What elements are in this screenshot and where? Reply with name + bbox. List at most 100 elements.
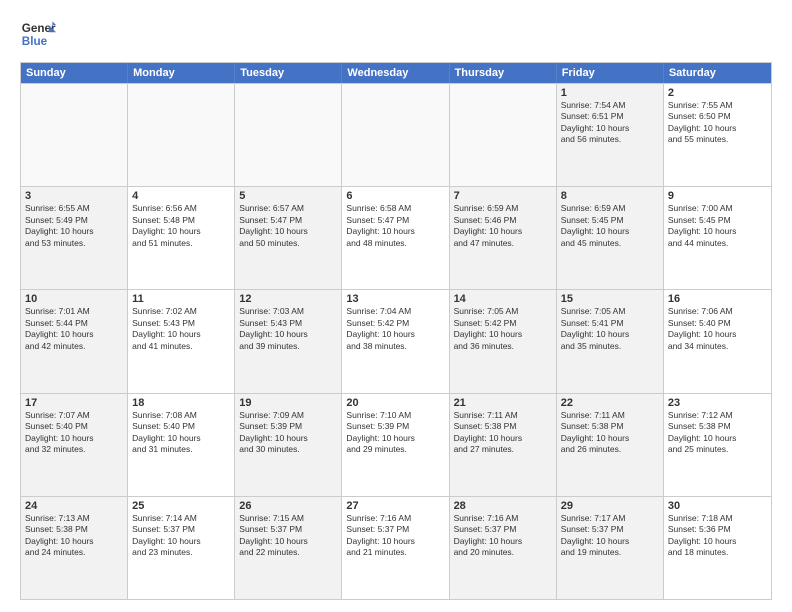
page: General Blue SundayMondayTuesdayWednesda… <box>0 0 792 612</box>
day-number: 27 <box>346 500 444 512</box>
calendar-row: 10Sunrise: 7:01 AM Sunset: 5:44 PM Dayli… <box>21 289 771 392</box>
calendar-cell <box>21 84 128 186</box>
calendar-cell: 10Sunrise: 7:01 AM Sunset: 5:44 PM Dayli… <box>21 290 128 392</box>
calendar-cell: 26Sunrise: 7:15 AM Sunset: 5:37 PM Dayli… <box>235 497 342 599</box>
calendar-cell: 15Sunrise: 7:05 AM Sunset: 5:41 PM Dayli… <box>557 290 664 392</box>
calendar-cell: 13Sunrise: 7:04 AM Sunset: 5:42 PM Dayli… <box>342 290 449 392</box>
calendar-cell: 11Sunrise: 7:02 AM Sunset: 5:43 PM Dayli… <box>128 290 235 392</box>
day-number: 21 <box>454 397 552 409</box>
day-info: Sunrise: 7:08 AM Sunset: 5:40 PM Dayligh… <box>132 410 230 456</box>
day-info: Sunrise: 7:11 AM Sunset: 5:38 PM Dayligh… <box>561 410 659 456</box>
calendar-cell: 3Sunrise: 6:55 AM Sunset: 5:49 PM Daylig… <box>21 187 128 289</box>
day-number: 10 <box>25 293 123 305</box>
day-number: 9 <box>668 190 767 202</box>
weekday-header: Friday <box>557 63 664 83</box>
logo-icon: General Blue <box>20 16 56 52</box>
day-number: 28 <box>454 500 552 512</box>
day-info: Sunrise: 6:58 AM Sunset: 5:47 PM Dayligh… <box>346 203 444 249</box>
day-number: 11 <box>132 293 230 305</box>
calendar-cell: 19Sunrise: 7:09 AM Sunset: 5:39 PM Dayli… <box>235 394 342 496</box>
calendar-cell: 6Sunrise: 6:58 AM Sunset: 5:47 PM Daylig… <box>342 187 449 289</box>
day-info: Sunrise: 7:10 AM Sunset: 5:39 PM Dayligh… <box>346 410 444 456</box>
calendar-cell: 8Sunrise: 6:59 AM Sunset: 5:45 PM Daylig… <box>557 187 664 289</box>
day-number: 23 <box>668 397 767 409</box>
day-number: 6 <box>346 190 444 202</box>
day-info: Sunrise: 7:17 AM Sunset: 5:37 PM Dayligh… <box>561 513 659 559</box>
day-info: Sunrise: 6:59 AM Sunset: 5:46 PM Dayligh… <box>454 203 552 249</box>
weekday-header: Sunday <box>21 63 128 83</box>
day-info: Sunrise: 7:01 AM Sunset: 5:44 PM Dayligh… <box>25 306 123 352</box>
calendar-cell <box>450 84 557 186</box>
calendar-cell: 7Sunrise: 6:59 AM Sunset: 5:46 PM Daylig… <box>450 187 557 289</box>
calendar-row: 3Sunrise: 6:55 AM Sunset: 5:49 PM Daylig… <box>21 186 771 289</box>
day-number: 2 <box>668 87 767 99</box>
day-info: Sunrise: 7:13 AM Sunset: 5:38 PM Dayligh… <box>25 513 123 559</box>
day-number: 15 <box>561 293 659 305</box>
day-info: Sunrise: 7:11 AM Sunset: 5:38 PM Dayligh… <box>454 410 552 456</box>
day-info: Sunrise: 6:57 AM Sunset: 5:47 PM Dayligh… <box>239 203 337 249</box>
calendar-row: 17Sunrise: 7:07 AM Sunset: 5:40 PM Dayli… <box>21 393 771 496</box>
calendar-cell: 9Sunrise: 7:00 AM Sunset: 5:45 PM Daylig… <box>664 187 771 289</box>
calendar-cell: 16Sunrise: 7:06 AM Sunset: 5:40 PM Dayli… <box>664 290 771 392</box>
day-info: Sunrise: 7:14 AM Sunset: 5:37 PM Dayligh… <box>132 513 230 559</box>
day-info: Sunrise: 7:05 AM Sunset: 5:41 PM Dayligh… <box>561 306 659 352</box>
day-info: Sunrise: 7:00 AM Sunset: 5:45 PM Dayligh… <box>668 203 767 249</box>
day-info: Sunrise: 7:09 AM Sunset: 5:39 PM Dayligh… <box>239 410 337 456</box>
day-number: 1 <box>561 87 659 99</box>
calendar-cell <box>235 84 342 186</box>
day-number: 3 <box>25 190 123 202</box>
day-number: 8 <box>561 190 659 202</box>
day-number: 16 <box>668 293 767 305</box>
day-number: 12 <box>239 293 337 305</box>
day-info: Sunrise: 7:54 AM Sunset: 6:51 PM Dayligh… <box>561 100 659 146</box>
day-number: 30 <box>668 500 767 512</box>
calendar-cell: 20Sunrise: 7:10 AM Sunset: 5:39 PM Dayli… <box>342 394 449 496</box>
weekday-header: Monday <box>128 63 235 83</box>
logo: General Blue <box>20 16 56 52</box>
day-info: Sunrise: 7:05 AM Sunset: 5:42 PM Dayligh… <box>454 306 552 352</box>
calendar-row: 24Sunrise: 7:13 AM Sunset: 5:38 PM Dayli… <box>21 496 771 599</box>
day-number: 29 <box>561 500 659 512</box>
calendar-cell: 5Sunrise: 6:57 AM Sunset: 5:47 PM Daylig… <box>235 187 342 289</box>
weekday-header: Thursday <box>450 63 557 83</box>
day-number: 13 <box>346 293 444 305</box>
calendar-cell: 21Sunrise: 7:11 AM Sunset: 5:38 PM Dayli… <box>450 394 557 496</box>
day-number: 24 <box>25 500 123 512</box>
day-info: Sunrise: 7:16 AM Sunset: 5:37 PM Dayligh… <box>346 513 444 559</box>
day-info: Sunrise: 7:06 AM Sunset: 5:40 PM Dayligh… <box>668 306 767 352</box>
calendar-header: SundayMondayTuesdayWednesdayThursdayFrid… <box>21 63 771 83</box>
day-number: 20 <box>346 397 444 409</box>
day-number: 25 <box>132 500 230 512</box>
header: General Blue <box>20 16 772 52</box>
calendar-cell: 18Sunrise: 7:08 AM Sunset: 5:40 PM Dayli… <box>128 394 235 496</box>
day-info: Sunrise: 7:18 AM Sunset: 5:36 PM Dayligh… <box>668 513 767 559</box>
day-number: 17 <box>25 397 123 409</box>
calendar-cell: 14Sunrise: 7:05 AM Sunset: 5:42 PM Dayli… <box>450 290 557 392</box>
calendar-cell: 28Sunrise: 7:16 AM Sunset: 5:37 PM Dayli… <box>450 497 557 599</box>
day-info: Sunrise: 6:55 AM Sunset: 5:49 PM Dayligh… <box>25 203 123 249</box>
calendar-cell: 2Sunrise: 7:55 AM Sunset: 6:50 PM Daylig… <box>664 84 771 186</box>
calendar-cell: 23Sunrise: 7:12 AM Sunset: 5:38 PM Dayli… <box>664 394 771 496</box>
calendar-body: 1Sunrise: 7:54 AM Sunset: 6:51 PM Daylig… <box>21 83 771 599</box>
day-info: Sunrise: 7:12 AM Sunset: 5:38 PM Dayligh… <box>668 410 767 456</box>
day-number: 5 <box>239 190 337 202</box>
calendar-cell: 30Sunrise: 7:18 AM Sunset: 5:36 PM Dayli… <box>664 497 771 599</box>
calendar-row: 1Sunrise: 7:54 AM Sunset: 6:51 PM Daylig… <box>21 83 771 186</box>
calendar-cell: 4Sunrise: 6:56 AM Sunset: 5:48 PM Daylig… <box>128 187 235 289</box>
day-number: 19 <box>239 397 337 409</box>
calendar-cell: 27Sunrise: 7:16 AM Sunset: 5:37 PM Dayli… <box>342 497 449 599</box>
day-info: Sunrise: 7:07 AM Sunset: 5:40 PM Dayligh… <box>25 410 123 456</box>
day-info: Sunrise: 7:04 AM Sunset: 5:42 PM Dayligh… <box>346 306 444 352</box>
day-info: Sunrise: 6:56 AM Sunset: 5:48 PM Dayligh… <box>132 203 230 249</box>
calendar-cell: 25Sunrise: 7:14 AM Sunset: 5:37 PM Dayli… <box>128 497 235 599</box>
calendar: SundayMondayTuesdayWednesdayThursdayFrid… <box>20 62 772 600</box>
day-number: 22 <box>561 397 659 409</box>
svg-text:Blue: Blue <box>22 35 48 48</box>
calendar-cell: 17Sunrise: 7:07 AM Sunset: 5:40 PM Dayli… <box>21 394 128 496</box>
weekday-header: Saturday <box>664 63 771 83</box>
day-number: 26 <box>239 500 337 512</box>
day-info: Sunrise: 7:03 AM Sunset: 5:43 PM Dayligh… <box>239 306 337 352</box>
weekday-header: Wednesday <box>342 63 449 83</box>
day-number: 7 <box>454 190 552 202</box>
day-number: 14 <box>454 293 552 305</box>
